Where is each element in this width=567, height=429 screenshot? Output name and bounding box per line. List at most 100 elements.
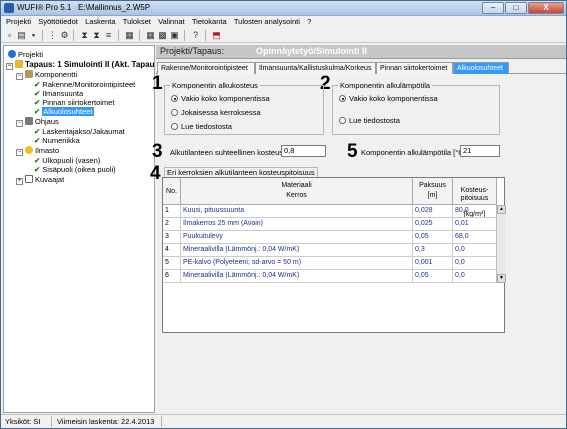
temperature-option-file[interactable]: Lue tiedostosta xyxy=(339,116,400,125)
case-header: Projekti/Tapaus: Opinnäytetyö/Simulointi… xyxy=(156,45,566,59)
table-row[interactable]: 6 Mineraalivilla (Lämmönj.: 0,04 W/mK) 0… xyxy=(163,270,497,283)
col-moisture: Kosteus- pitoisuus [kg/m³] xyxy=(453,178,497,218)
tree-rakenne[interactable]: ✔ Rakenne/Monitorointipisteet xyxy=(34,80,135,89)
tree-sisapuoli[interactable]: ✔ Sisäpuoli (oikea puoli) xyxy=(34,165,116,174)
temperature-group: Komponentin alkulämpötila Vakio koko kom… xyxy=(332,81,500,135)
close-button[interactable]: X xyxy=(528,2,564,14)
hourglass-run-icon[interactable]: ⧗ xyxy=(91,30,102,41)
tab-strip: Rakenne/Monitorointipisteet Ilmansuunta/… xyxy=(156,61,566,74)
tree-root[interactable]: Projekti xyxy=(8,50,43,59)
check-icon: ✔ xyxy=(34,80,41,89)
radio-icon[interactable] xyxy=(339,95,346,102)
new-file-icon[interactable]: ▫ xyxy=(4,30,15,41)
tree-ulkopuoli[interactable]: ✔ Ulkopuoli (vasen) xyxy=(34,156,100,165)
table-row[interactable]: 1 Kuusi, pituussuunta 0,028 80,0 xyxy=(163,205,497,218)
tab-rakenne[interactable]: Rakenne/Monitorointipisteet xyxy=(157,62,255,74)
tab-alkuolosuhteet[interactable]: Alkuolosuhteet xyxy=(453,62,509,74)
menu-valinnat[interactable]: Valinnat xyxy=(158,16,185,28)
exit-icon[interactable]: ⬒ xyxy=(211,30,222,41)
collapse-icon[interactable]: − xyxy=(6,63,13,70)
collapse-icon[interactable]: − xyxy=(16,73,23,80)
tools-icon[interactable]: ⚙ xyxy=(59,30,70,41)
table-scrollbar[interactable]: ▲ ▼ xyxy=(496,205,506,283)
radio-icon[interactable] xyxy=(339,117,346,124)
collapse-icon[interactable]: − xyxy=(16,149,23,156)
save-icon[interactable]: ▪ xyxy=(28,30,39,41)
initial-temp-label: Komponentin alkulämpötila [°C] xyxy=(361,148,466,157)
col-thickness: Paksuus [m] xyxy=(413,178,453,205)
radio-icon[interactable] xyxy=(171,123,178,130)
control-icon xyxy=(25,117,33,125)
sun-icon xyxy=(25,146,33,154)
maximize-button[interactable]: □ xyxy=(505,2,527,14)
menu-tulosten-analysointi[interactable]: Tulosten analysointi xyxy=(234,16,300,28)
radio-icon[interactable] xyxy=(171,109,178,116)
case-header-value: Opinnäytetyö/Simulointi II xyxy=(256,46,368,56)
tree-numeriikka[interactable]: ✔ Numeriikka xyxy=(34,136,80,145)
check-icon: ✔ xyxy=(34,165,41,174)
settings-grid-icon[interactable]: ▣ xyxy=(169,30,180,41)
tab-ilmansuunta[interactable]: Ilmansuunta/Kallistuskulma/Korkeus xyxy=(255,62,376,74)
tree-ilmansuunta[interactable]: ✔ Ilmansuunta xyxy=(34,89,83,98)
menu-bar: Projekti Syöttötiedot Laskenta Tulokset … xyxy=(1,16,566,28)
tree-pinnan-siirtokertoimet[interactable]: ✔ Pinnan siirtokertoimet xyxy=(34,98,114,107)
layers-table: No. Materiaali Kerros Paksuus [m] Kosteu… xyxy=(162,177,506,333)
status-last-calc: Viimeisin laskenta: 22.4.2013 xyxy=(57,417,155,426)
moisture-group: Komponentin alkukosteus Vakio koko kompo… xyxy=(164,81,324,135)
chart-icon xyxy=(25,175,33,183)
expand-icon[interactable]: + xyxy=(16,178,23,185)
menu-tietokanta[interactable]: Tietokanta xyxy=(192,16,227,28)
tree-icon[interactable]: ⋮ xyxy=(47,30,58,41)
minimize-button[interactable]: – xyxy=(482,2,504,14)
col-material: Materiaali Kerros xyxy=(181,178,413,205)
menu-syottotiedot[interactable]: Syöttötiedot xyxy=(38,16,78,28)
component-icon xyxy=(25,70,33,78)
open-folder-icon[interactable]: ▤ xyxy=(16,30,27,41)
moisture-option-file[interactable]: Lue tiedostosta xyxy=(171,122,232,131)
table-icon[interactable]: ▦ xyxy=(124,30,135,41)
table-row[interactable]: 3 Puukuitulevy 0,05 68,0 xyxy=(163,231,497,244)
tree-alkuolosuhteet[interactable]: ✔ Alkuolosuhteet xyxy=(34,107,94,116)
col-no: No. xyxy=(163,178,181,205)
temperature-option-constant[interactable]: Vakio koko komponentissa xyxy=(339,94,438,103)
menu-help[interactable]: ? xyxy=(307,16,311,28)
check-icon: ✔ xyxy=(34,89,41,98)
menu-tulokset[interactable]: Tulokset xyxy=(123,16,151,28)
file-path: E:\Mallinnus_2.W5P xyxy=(78,3,151,12)
col-material-label: Materiaali xyxy=(281,182,312,189)
tree-komponentti[interactable]: − Komponentti xyxy=(16,70,77,80)
moisture-option-per-layer[interactable]: Jokaisessa kerroksessa xyxy=(171,108,261,117)
initial-temp-input[interactable]: 21 xyxy=(460,145,500,157)
status-bar: Yksiköt: SI Viimeisin laskenta: 22.4.201… xyxy=(1,414,566,428)
tree-ohjaus[interactable]: − Ohjaus xyxy=(16,117,59,127)
help-icon[interactable]: ? xyxy=(190,30,201,41)
menu-projekti[interactable]: Projekti xyxy=(6,16,31,28)
table-row[interactable]: 2 Ilmakerros 25 mm (Avoin) 0,025 0,01 xyxy=(163,218,497,231)
status-units: Yksiköt: SI xyxy=(5,417,41,426)
tree-case[interactable]: − Tapaus: 1 Simulointi II (Akt. Tapaus) xyxy=(6,60,154,70)
hourglass-icon[interactable]: ⧗ xyxy=(79,30,90,41)
table-row[interactable]: 4 Mineraalivilla (Lämmönj.: 0,04 W/mK) 0… xyxy=(163,244,497,257)
wufi-app-icon xyxy=(4,3,14,13)
scroll-up-icon[interactable]: ▲ xyxy=(497,205,506,214)
col-thickness-unit: [m] xyxy=(427,192,438,199)
grid-icon[interactable]: ▦ xyxy=(145,30,156,41)
project-icon xyxy=(8,50,16,58)
tree-ilmasto[interactable]: − Ilmasto xyxy=(16,146,59,156)
collapse-icon[interactable]: − xyxy=(16,120,23,127)
tree-laskentajakso[interactable]: ✔ Laskentajakso/Jakaumat xyxy=(34,127,125,136)
tree-kuvaajat[interactable]: + Kuvaajat xyxy=(16,175,64,185)
check-icon: ✔ xyxy=(34,156,41,165)
case-header-label: Projekti/Tapaus: xyxy=(160,46,225,56)
tab-pinnan-siirtokertoimet[interactable]: Pinnan siirtokertoimet xyxy=(376,62,453,74)
menu-laskenta[interactable]: Laskenta xyxy=(85,16,115,28)
annotation-1: 1 xyxy=(152,73,163,94)
chart-grid-icon[interactable]: ▩ xyxy=(157,30,168,41)
table-row[interactable]: 5 PE-kalvo (Polyeteeni; sd-arvo = 50 m) … xyxy=(163,257,497,270)
toolbar: ▫ ▤ ▪ ⋮ ⚙ ⧗ ⧗ ≡ ▦ ▦ ▩ ▣ ? ⬒ xyxy=(1,28,566,43)
radio-icon[interactable] xyxy=(171,95,178,102)
results-icon[interactable]: ≡ xyxy=(103,30,114,41)
moisture-option-constant[interactable]: Vakio koko komponentissa xyxy=(171,94,270,103)
initial-rh-input[interactable]: 0,8 xyxy=(281,145,326,157)
scroll-down-icon[interactable]: ▼ xyxy=(497,274,506,283)
